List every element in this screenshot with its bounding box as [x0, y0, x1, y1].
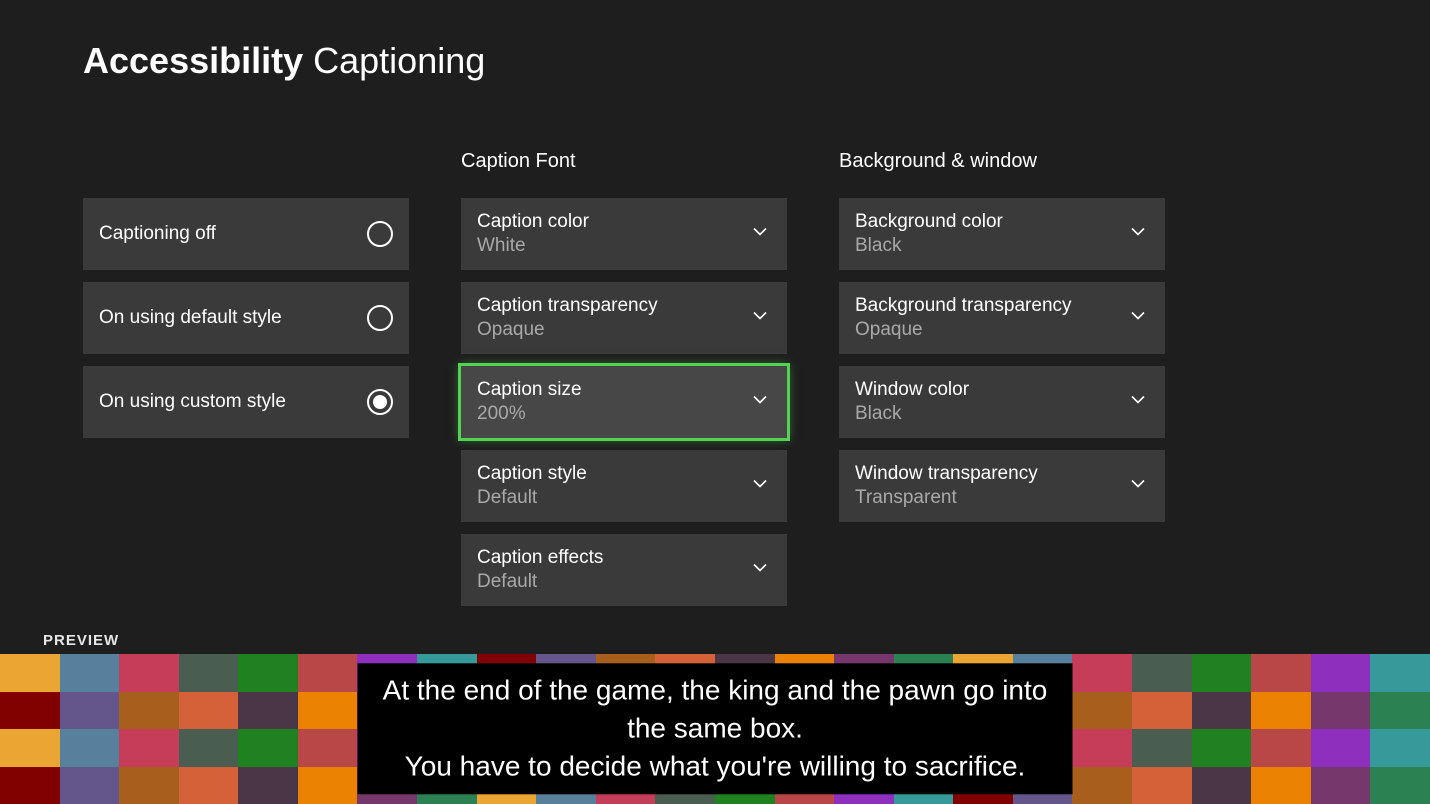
dropdown-label: Caption color	[477, 210, 589, 234]
dropdown-label: Window color	[855, 378, 969, 402]
dropdown-value: Opaque	[855, 318, 923, 342]
title-subpage: Captioning	[313, 40, 485, 81]
chevron-down-icon	[751, 559, 769, 582]
radio-label: On using custom style	[99, 391, 286, 413]
chevron-down-icon	[751, 223, 769, 246]
dropdown-background-color[interactable]: Background color Black	[839, 198, 1165, 270]
dropdown-label: Caption effects	[477, 546, 603, 570]
dropdown-caption-style[interactable]: Caption style Default	[461, 450, 787, 522]
dropdown-background-transparency[interactable]: Background transparency Opaque	[839, 282, 1165, 354]
settings-page: Accessibility Captioning Captioning off …	[0, 0, 1430, 804]
caption-font-section: Caption Font Caption color White Caption…	[461, 150, 787, 618]
dropdown-value: Opaque	[477, 318, 545, 342]
title-category: Accessibility	[83, 40, 303, 81]
dropdown-window-transparency[interactable]: Window transparency Transparent	[839, 450, 1165, 522]
radio-icon	[367, 221, 393, 247]
chevron-down-icon	[751, 475, 769, 498]
dropdown-value: Default	[477, 486, 537, 510]
caption-line: At the end of the game, the king and the…	[380, 671, 1051, 747]
background-window-section: Background & window Background color Bla…	[839, 150, 1165, 618]
radio-icon	[367, 389, 393, 415]
page-title: Accessibility Captioning	[83, 40, 485, 82]
radio-captioning-off[interactable]: Captioning off	[83, 198, 409, 270]
radio-custom-style[interactable]: On using custom style	[83, 366, 409, 438]
radio-icon	[367, 305, 393, 331]
dropdown-label: Caption style	[477, 462, 587, 486]
section-title-bg: Background & window	[839, 150, 1165, 180]
dropdown-caption-transparency[interactable]: Caption transparency Opaque	[461, 282, 787, 354]
radio-label: On using default style	[99, 307, 282, 329]
chevron-down-icon	[751, 307, 769, 330]
dropdown-caption-color[interactable]: Caption color White	[461, 198, 787, 270]
chevron-down-icon	[1129, 475, 1147, 498]
dropdown-value: Black	[855, 234, 901, 258]
caption-line: You have to decide what you're willing t…	[380, 747, 1051, 785]
dropdown-value: Transparent	[855, 486, 957, 510]
captioning-mode-group: Captioning off On using default style On…	[83, 150, 409, 618]
chevron-down-icon	[1129, 391, 1147, 414]
radio-label: Captioning off	[99, 223, 216, 245]
dropdown-value: Default	[477, 570, 537, 594]
chevron-down-icon	[1129, 307, 1147, 330]
chevron-down-icon	[751, 391, 769, 414]
dropdown-caption-effects[interactable]: Caption effects Default	[461, 534, 787, 606]
caption-preview-box: At the end of the game, the king and the…	[358, 663, 1073, 794]
settings-columns: Captioning off On using default style On…	[83, 150, 1165, 618]
dropdown-window-color[interactable]: Window color Black	[839, 366, 1165, 438]
dropdown-label: Background transparency	[855, 294, 1072, 318]
dropdown-value: White	[477, 234, 526, 258]
dropdown-label: Caption transparency	[477, 294, 658, 318]
dropdown-value: 200%	[477, 402, 526, 426]
chevron-down-icon	[1129, 223, 1147, 246]
dropdown-label: Background color	[855, 210, 1003, 234]
preview-area: At the end of the game, the king and the…	[0, 654, 1430, 804]
preview-heading: PREVIEW	[43, 632, 119, 649]
dropdown-label: Window transparency	[855, 462, 1038, 486]
dropdown-label: Caption size	[477, 378, 582, 402]
radio-default-style[interactable]: On using default style	[83, 282, 409, 354]
dropdown-value: Black	[855, 402, 901, 426]
section-title-font: Caption Font	[461, 150, 787, 180]
dropdown-caption-size[interactable]: Caption size 200%	[461, 366, 787, 438]
